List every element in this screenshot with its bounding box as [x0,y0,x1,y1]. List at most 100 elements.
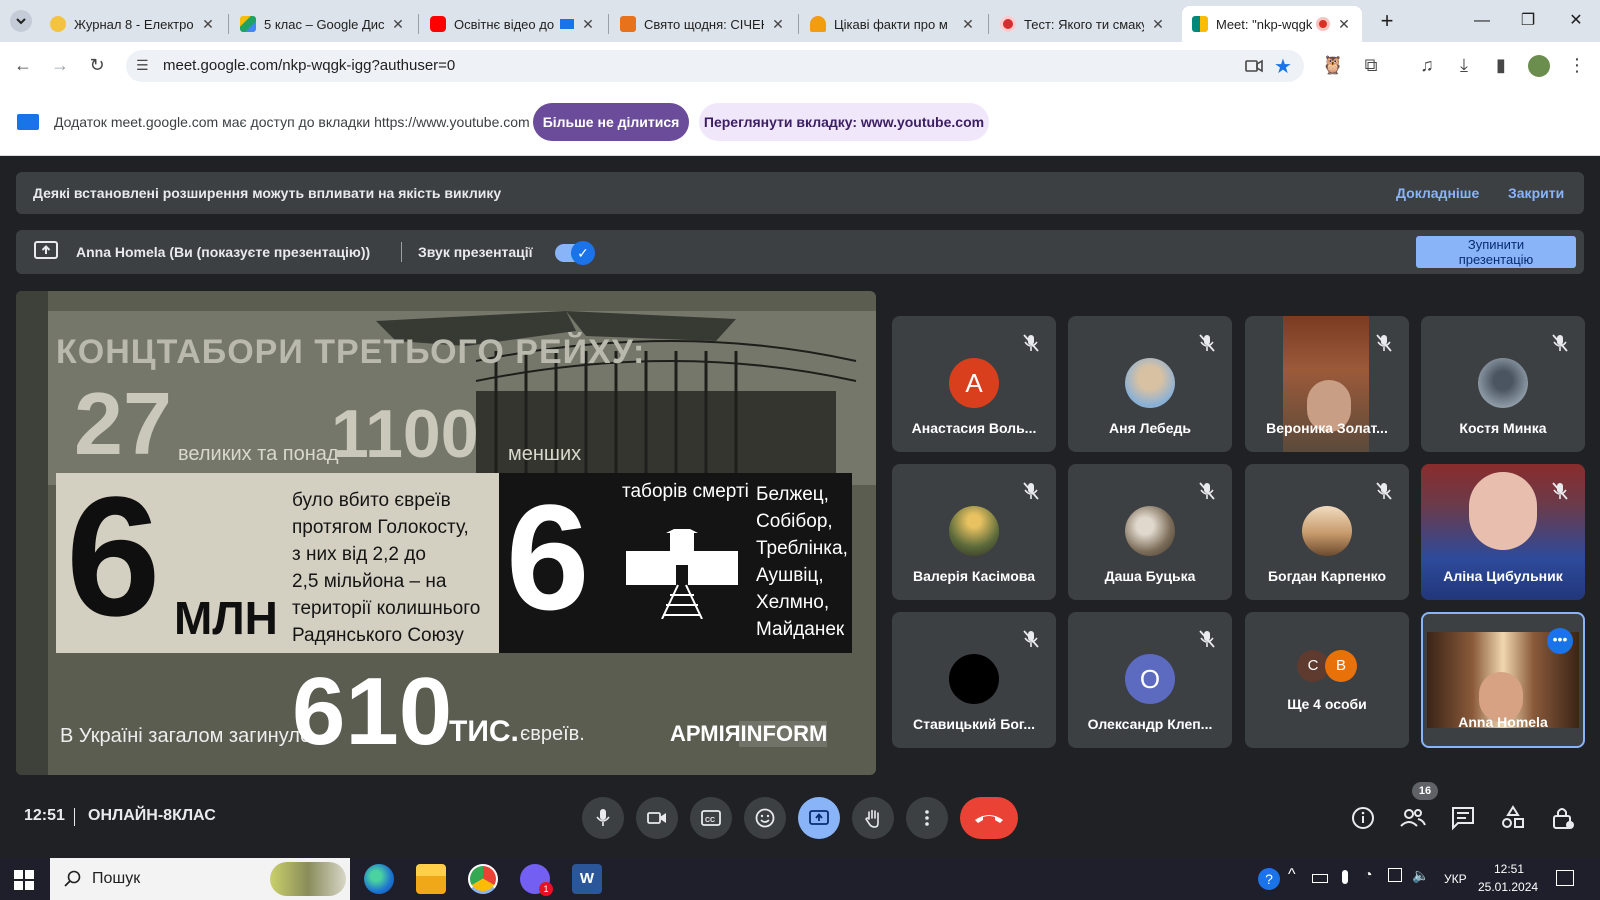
reactions-button[interactable] [744,797,786,839]
tab-sharing-icon [560,19,574,29]
tab-facts[interactable]: Цікаві факти про м ✕ [800,6,986,42]
participant-tile[interactable]: Аня Лебедь [1068,316,1232,452]
address-bar[interactable]: ☰ meet.google.com/nkp-wqgk-igg?authuser=… [126,50,1304,82]
close-icon[interactable]: ✕ [580,16,596,33]
taskbar-search[interactable]: Пошук [50,858,350,900]
reload-icon[interactable]: ↻ [84,52,110,78]
more-options-icon[interactable]: ••• [1547,628,1573,654]
journal-favicon-icon [50,16,66,32]
present-button[interactable] [798,797,840,839]
participant-tile[interactable]: Валерія Касімова [892,464,1056,600]
close-icon[interactable]: ✕ [1150,16,1166,33]
avatar: О [1125,654,1175,704]
participant-tile[interactable]: Богдан Карпенко [1245,464,1409,600]
avatar: B [1325,650,1357,682]
menu-icon[interactable]: ⋮ [1564,52,1590,78]
profile-avatar[interactable] [1528,55,1550,77]
camera-icon[interactable] [1244,56,1264,76]
tab-meet[interactable]: Meet: "nkp-wqgk ✕ [1182,6,1362,42]
participant-tile[interactable]: Вероника Золат... [1245,316,1409,452]
view-tab-button[interactable]: Переглянути вкладку: www.youtube.com [699,103,989,141]
participant-tile[interactable]: Даша Буцька [1068,464,1232,600]
hand-icon [865,809,879,828]
tab-test[interactable]: Тест: Якого ти смаку ✕ [990,6,1176,42]
presentation-sound-toggle[interactable]: ✓ [555,241,595,265]
slide-left-strip [16,291,48,775]
file-explorer-icon[interactable] [416,864,446,894]
close-icon[interactable]: ✕ [200,16,216,33]
participant-tile[interactable]: Костя Минка [1421,316,1585,452]
help-icon[interactable]: ? [1258,868,1280,890]
tab-label: Свято щодня: СІЧЕН [644,16,764,32]
self-tile[interactable]: ••• Anna Homela [1421,612,1585,748]
language-indicator[interactable]: УКР [1444,872,1467,886]
share-banner-text: Додаток meet.google.com має доступ до вк… [54,114,530,130]
avatar [1302,506,1352,556]
mic-off-icon [1199,630,1215,648]
close-icon[interactable]: ✕ [960,16,976,33]
sidebar-icon[interactable]: ▮ [1488,52,1514,78]
chat-icon[interactable] [1448,803,1478,833]
close-icon[interactable]: ✕ [390,16,406,33]
activities-icon[interactable] [1498,803,1528,833]
back-icon[interactable]: ← [10,52,36,78]
tab-journal[interactable]: Журнал 8 - Електро ✕ [40,6,226,42]
edge-icon[interactable] [364,864,394,894]
participant-tile[interactable]: Аліна Цибульник [1421,464,1585,600]
tab-holiday[interactable]: Свято щодня: СІЧЕН ✕ [610,6,796,42]
stop-presenting-button[interactable]: Зупинити презентацію [1416,236,1576,268]
tab-youtube[interactable]: Освітнє відео до ✕ [420,6,606,42]
avatar [949,506,999,556]
minimize-icon[interactable]: — [1462,8,1502,34]
stop-sharing-button[interactable]: Більше не ділитися [533,103,689,141]
camp-name: Собібор, [756,511,833,532]
clock-date[interactable]: 25.01.2024 [1478,880,1538,894]
new-tab-icon[interactable]: + [1374,8,1400,34]
leave-call-button[interactable] [960,797,1018,839]
notification-icon[interactable] [1556,870,1574,886]
people-icon[interactable] [1398,803,1428,833]
meeting-info-icon[interactable] [1348,803,1378,833]
more-options-button[interactable] [906,797,948,839]
microphone-icon [596,809,610,826]
restore-icon[interactable]: ❐ [1508,8,1548,34]
present-screen-icon [809,810,829,825]
camp-name: Треблінка, [756,538,848,559]
close-warning-link[interactable]: Закрити [1508,185,1564,201]
puzzle-icon[interactable]: ⧉ [1358,52,1384,78]
captions-button[interactable]: CC [690,797,732,839]
windows-start-icon[interactable] [14,870,34,890]
volume-icon[interactable]: 🔈 [1412,867,1429,884]
media-icon[interactable]: ♫ [1414,52,1440,78]
tab-search-icon[interactable] [10,10,32,32]
participant-tile[interactable]: А Анастасия Воль... [892,316,1056,452]
more-participants-tile[interactable]: C B Ще 4 особи [1245,612,1409,748]
camera-button[interactable] [636,797,678,839]
learn-more-link[interactable]: Докладніше [1396,185,1479,201]
meeting-time: 12:51 [24,807,65,824]
close-icon[interactable]: ✕ [1556,8,1596,34]
viber-badge: 1 [539,882,553,896]
participant-tile[interactable]: О Олександр Клеп... [1068,612,1232,748]
close-icon[interactable]: ✕ [1336,16,1352,33]
viber-icon[interactable]: 1 [520,864,553,896]
word-icon[interactable]: W [572,864,602,894]
clock-time[interactable]: 12:51 [1494,862,1524,876]
close-icon[interactable]: ✕ [770,16,786,33]
url-text[interactable]: meet.google.com/nkp-wqgk-igg?authuser=0 [163,57,455,74]
slide-number-6: 6 [66,462,161,652]
participant-tile[interactable]: Ставицький Бог... [892,612,1056,748]
chrome-icon[interactable] [468,864,498,894]
microphone-button[interactable] [582,797,624,839]
slide-camps-label: таборів смерті [622,481,749,502]
forward-icon[interactable]: → [47,52,73,78]
extension-icon[interactable]: 🦉 [1320,52,1346,78]
site-info-icon[interactable]: ☰ [136,57,154,75]
slide-great-and-over: великих та понад [178,443,339,465]
tab-google-drive[interactable]: 5 клас – Google Дис ✕ [230,6,416,42]
raise-hand-button[interactable] [852,797,894,839]
host-controls-icon[interactable] [1548,803,1578,833]
download-icon[interactable]: ⤓ [1451,52,1477,78]
tray-overflow-icon[interactable]: ^ [1288,866,1296,884]
bookmark-star-icon[interactable]: ★ [1274,54,1292,79]
